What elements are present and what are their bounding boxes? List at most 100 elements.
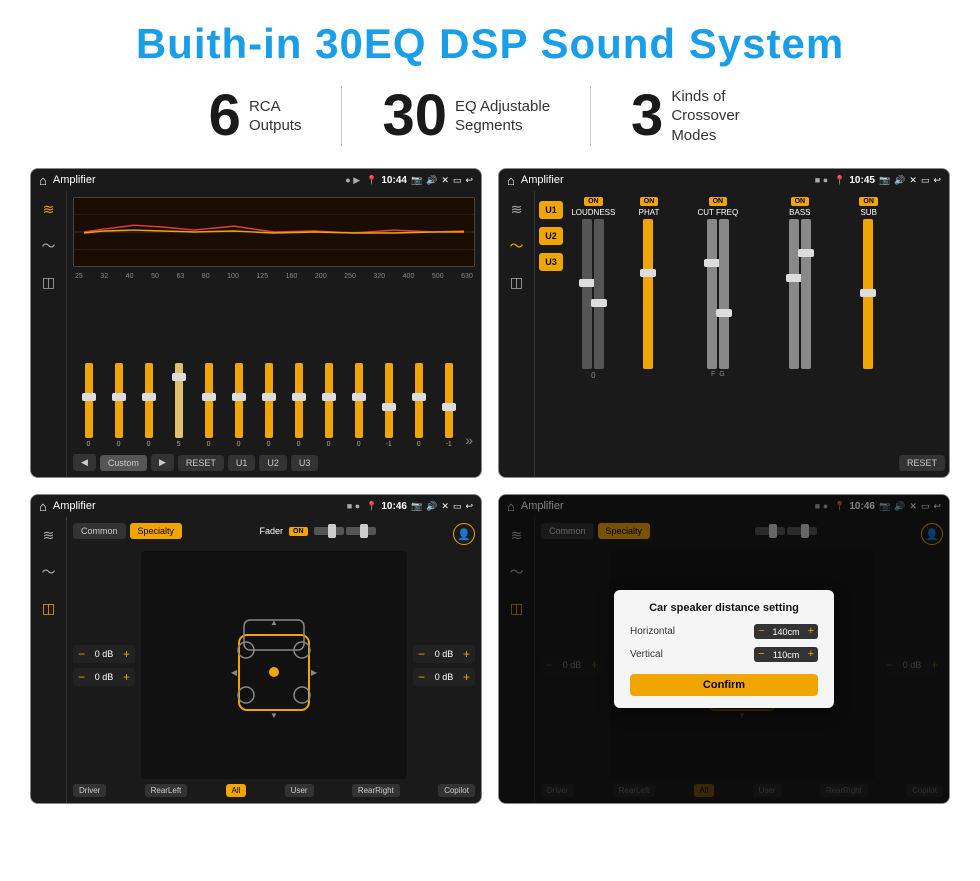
eq-slider-8[interactable]: 0 (285, 363, 312, 448)
cr-wave-icon[interactable]: 〜 (510, 236, 524, 256)
sub-slider (863, 219, 875, 369)
fader-status-icons: 📍 10:46 📷 🔊 ✕ ▭ ↩ (366, 501, 473, 512)
crossover-home-icon[interactable]: ⌂ (507, 173, 515, 188)
eq-main-area: 253240506380100125160200250320400500630 … (67, 191, 481, 477)
vol-increase-rr[interactable]: + (463, 670, 470, 684)
distance-dialog: Car speaker distance setting Horizontal … (614, 590, 834, 708)
vol-decrease-rr[interactable]: − (418, 670, 425, 684)
vol-decrease-fr[interactable]: − (418, 647, 425, 661)
eq-filter-icon[interactable]: ≋ (43, 201, 55, 218)
vol-increase-fr[interactable]: + (463, 647, 470, 661)
fader-on-badge: ON (289, 527, 308, 536)
close-icon: ✕ (441, 175, 449, 186)
crossover-app-title: Amplifier (521, 174, 809, 186)
eq-dot-icons: ● ▶ (345, 175, 360, 186)
fader-controls: Fader ON (260, 526, 376, 536)
eq-play-button[interactable]: ▶ (151, 454, 174, 471)
loudness-on-badge: ON (584, 197, 603, 206)
crossover-columns: ON LOUDNESS 0 ON PHAT (567, 197, 895, 471)
distance-screen: ⌂ Amplifier ■ ● 📍 10:46 📷 🔊 ✕ ▭ ↩ ≋ 〜 ◫ (498, 494, 950, 804)
back-icon[interactable]: ↩ (465, 175, 473, 186)
all-button[interactable]: All (226, 784, 247, 797)
eq-sliders-area: 0 0 0 5 0 0 0 0 0 0 -1 0 -1 » (73, 284, 475, 448)
specialty-tab[interactable]: Specialty (130, 523, 183, 539)
bass-col: ON BASS (760, 197, 839, 369)
svg-text:▲: ▲ (270, 618, 278, 627)
car-diagram: ▲ ▼ ◀ ▶ (141, 551, 407, 779)
rear-left-button[interactable]: RearLeft (145, 784, 188, 797)
vol-increase-rl[interactable]: + (123, 670, 130, 684)
eq-custom-button[interactable]: Custom (100, 455, 147, 471)
eq-speaker-icon[interactable]: ◫ (42, 274, 55, 291)
sub-col: ON SUB (842, 197, 895, 369)
vol-decrease-rl[interactable]: − (78, 670, 85, 684)
user-button[interactable]: User (285, 784, 314, 797)
eq-app-title: Amplifier (53, 174, 339, 186)
vertical-value: 110cm (769, 650, 804, 660)
crossover-reset-button[interactable]: RESET (899, 455, 945, 471)
eq-slider-12[interactable]: 0 (405, 363, 432, 448)
eq-slider-4[interactable]: 5 (165, 363, 192, 448)
eq-slider-5[interactable]: 0 (195, 363, 222, 448)
fd-filter-icon[interactable]: ≋ (43, 527, 55, 544)
stat-crossover-label: Kinds ofCrossover Modes (671, 87, 771, 146)
eq-slider-3[interactable]: 0 (135, 363, 162, 448)
vol-val-rl: 0 dB (89, 672, 119, 682)
u1-button[interactable]: U1 (539, 201, 563, 219)
fader-time: 10:46 (381, 501, 407, 512)
fader-h-slider-2[interactable] (346, 527, 376, 535)
crossover-screen-content: ≋ 〜 ◫ U1 U2 U3 ON (499, 191, 949, 477)
fader-bottom-buttons: Driver RearLeft All User RearRight Copil… (73, 784, 475, 797)
vol-decrease-fl[interactable]: − (78, 647, 85, 661)
eq-slider-6[interactable]: 0 (225, 363, 252, 448)
fader-h-sliders (314, 527, 376, 535)
back-icon-3[interactable]: ↩ (465, 501, 473, 512)
speaker-left-controls: − 0 dB + − 0 dB + (73, 551, 135, 779)
confirm-button[interactable]: Confirm (630, 674, 818, 696)
vol-val-fr: 0 dB (429, 649, 459, 659)
common-tab[interactable]: Common (73, 523, 126, 539)
rear-right-button[interactable]: RearRight (352, 784, 400, 797)
u2-button[interactable]: U2 (539, 227, 563, 245)
fd-wave-icon[interactable]: 〜 (42, 562, 56, 582)
u-buttons-area: U1 U2 U3 (539, 197, 563, 471)
back-icon-2[interactable]: ↩ (933, 175, 941, 186)
vertical-decrease-button[interactable]: − (758, 649, 764, 660)
eq-slider-11[interactable]: -1 (375, 363, 402, 448)
driver-button[interactable]: Driver (73, 784, 106, 797)
copilot-button[interactable]: Copilot (438, 784, 475, 797)
eq-slider-2[interactable]: 0 (105, 363, 132, 448)
eq-slider-10[interactable]: 0 (345, 363, 372, 448)
cr-filter-icon[interactable]: ≋ (511, 201, 523, 218)
dialog-vertical-row: Vertical − 110cm + (630, 647, 818, 662)
eq-wave-icon[interactable]: 〜 (42, 236, 56, 256)
distance-dialog-overlay: Car speaker distance setting Horizontal … (499, 495, 949, 803)
vertical-increase-button[interactable]: + (808, 649, 814, 660)
eq-more-icon[interactable]: » (465, 432, 473, 448)
horizontal-decrease-button[interactable]: − (758, 626, 764, 637)
eq-u3-button[interactable]: U3 (291, 455, 319, 471)
fader-h-slider-1[interactable] (314, 527, 344, 535)
eq-prev-button[interactable]: ◀ (73, 454, 96, 471)
eq-slider-9[interactable]: 0 (315, 363, 342, 448)
location-icon: 📍 (366, 175, 377, 186)
volume-icon-2: 🔊 (894, 175, 905, 186)
cutfreq-col: ON CUT FREQ F G (678, 197, 757, 378)
eq-slider-1[interactable]: 0 (75, 363, 102, 448)
horizontal-increase-button[interactable]: + (808, 626, 814, 637)
eq-u1-button[interactable]: U1 (228, 455, 256, 471)
u3-button[interactable]: U3 (539, 253, 563, 271)
eq-reset-button[interactable]: RESET (178, 455, 224, 471)
eq-slider-7[interactable]: 0 (255, 363, 282, 448)
vol-increase-fl[interactable]: + (123, 647, 130, 661)
person-icon[interactable]: 👤 (453, 523, 475, 545)
page-title: Buith-in 30EQ DSP Sound System (30, 20, 950, 68)
eq-u2-button[interactable]: U2 (259, 455, 287, 471)
eq-slider-13[interactable]: -1 (435, 363, 462, 448)
eq-home-icon[interactable]: ⌂ (39, 173, 47, 188)
cr-speaker-icon[interactable]: ◫ (510, 274, 523, 291)
fd-speaker-icon[interactable]: ◫ (42, 600, 55, 617)
fader-home-icon[interactable]: ⌂ (39, 499, 47, 514)
loudness-label: LOUDNESS (571, 208, 615, 217)
crossover-reset-area: RESET (899, 453, 945, 471)
